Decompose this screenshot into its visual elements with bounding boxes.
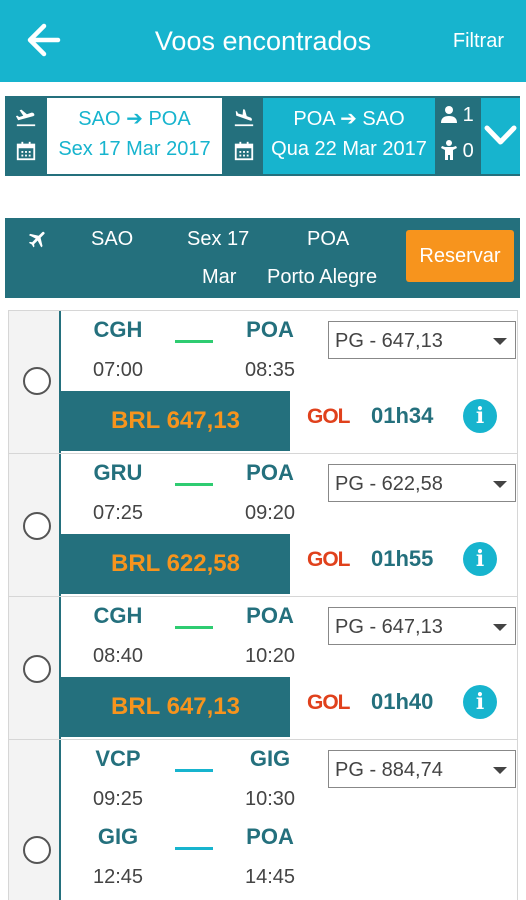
route-line [175, 483, 213, 486]
leg-day: Sex 17 [187, 228, 250, 250]
chevron-down-icon [484, 125, 517, 145]
arrival-airport: GIG [249, 746, 291, 771]
route-line [175, 769, 213, 772]
plane-icon [28, 231, 45, 248]
arrival-time: 10:20 [244, 645, 296, 667]
outbound-route: SAO ➔ POA [78, 108, 191, 130]
price: BRL 647,13 [61, 391, 290, 451]
arrival-airport: POA [246, 603, 294, 628]
flight-radio[interactable] [23, 836, 51, 864]
info-icon[interactable]: i [463, 542, 497, 576]
departure-time: 08:40 [92, 645, 144, 667]
departure-time: 09:25 [92, 788, 144, 810]
departure-airport: CGH [93, 603, 143, 628]
page-title: Voos encontrados [154, 26, 372, 56]
leg-origin: SAO [91, 228, 134, 250]
info-icon[interactable]: i [463, 399, 497, 433]
leg-month: Mar [202, 266, 237, 288]
arrow-right-icon: ➔ [340, 108, 357, 130]
airline-logo: GOL [307, 691, 350, 714]
departure-airport: GIG [97, 824, 139, 849]
calendar-icon [234, 141, 254, 161]
dropdown-caret-icon [493, 767, 507, 774]
plane-departure-icon [15, 109, 36, 127]
fare-select[interactable]: PG - 647,13 [328, 321, 516, 359]
flight-option[interactable]: CGH POA 08:40 10:20 PG - 647,13 BRL 647,… [8, 596, 518, 740]
route-line [175, 847, 213, 850]
leg-dest-city: Porto Alegre [267, 266, 378, 288]
outbound-icons [5, 96, 45, 176]
child-count: 0 [462, 140, 474, 162]
arrival-airport: POA [246, 317, 294, 342]
flight-radio[interactable] [23, 367, 51, 395]
flight-option[interactable]: CGH POA 07:00 08:35 PG - 647,13 BRL 647,… [8, 310, 518, 454]
arrival-airport: POA [246, 460, 294, 485]
departure-airport: GRU [93, 460, 143, 485]
outbound-search[interactable]: SAO ➔ POA Sex 17 Mar 2017 [47, 98, 222, 174]
calendar-icon [16, 141, 36, 161]
dropdown-caret-icon [493, 338, 507, 345]
fare-select[interactable]: PG - 647,13 [328, 607, 516, 645]
arrival-time: 09:20 [244, 502, 296, 524]
dropdown-caret-icon [493, 481, 507, 488]
outbound-date: Sex 17 Mar 2017 [58, 138, 211, 160]
return-route: POA ➔ SAO [293, 108, 405, 130]
flight-radio[interactable] [23, 512, 51, 540]
arrival-time: 08:35 [244, 359, 296, 381]
leg-header: SAO Sex 17 Mar POA Porto Alegre Reservar [5, 218, 520, 298]
flight-radio[interactable] [23, 655, 51, 683]
child-icon [441, 140, 457, 160]
info-icon[interactable]: i [463, 685, 497, 719]
arrival-time: 14:45 [244, 866, 296, 888]
price: BRL 622,58 [61, 534, 290, 594]
return-search[interactable]: POA ➔ SAO Qua 22 Mar 2017 [263, 98, 435, 174]
return-date: Qua 22 Mar 2017 [271, 138, 427, 160]
route-line [175, 626, 213, 629]
plane-arrival-icon [234, 109, 254, 127]
dropdown-caret-icon [493, 624, 507, 631]
route-line [175, 340, 213, 343]
adult-icon [441, 106, 457, 123]
duration: 01h55 [371, 546, 434, 571]
price: BRL 647,13 [61, 677, 290, 737]
airline-logo: GOL [307, 548, 350, 571]
duration: 01h34 [371, 403, 434, 428]
flight-option[interactable]: GRU POA 07:25 09:20 PG - 622,58 BRL 622,… [8, 453, 518, 597]
departure-airport: VCP [95, 746, 141, 771]
filter-button[interactable]: Filtrar [453, 30, 504, 53]
fare-select[interactable]: PG - 622,58 [328, 464, 516, 502]
search-summary: SAO ➔ POA Sex 17 Mar 2017 POA ➔ SAO Qua … [5, 96, 520, 176]
leg-dest: POA [307, 228, 350, 250]
fare-select[interactable]: PG - 884,74 [328, 750, 516, 788]
airline-logo: GOL [307, 405, 350, 428]
expand-search-button[interactable] [481, 98, 520, 174]
duration: 01h40 [371, 689, 434, 714]
departure-airport: CGH [93, 317, 143, 342]
arrow-right-icon: ➔ [126, 108, 143, 130]
app-bar: Voos encontrados Filtrar [0, 0, 526, 82]
adult-count: 1 [462, 104, 474, 126]
arrival-airport: POA [246, 824, 294, 849]
passengers[interactable]: 1 0 [437, 96, 479, 176]
departure-time: 07:00 [92, 359, 144, 381]
arrival-time: 10:30 [244, 788, 296, 810]
return-icons [223, 96, 263, 176]
departure-time: 07:25 [92, 502, 144, 524]
departure-time: 12:45 [92, 866, 144, 888]
reserve-button[interactable]: Reservar [406, 230, 514, 282]
flight-option[interactable]: VCP GIG 09:25 10:30 GIG POA 12:45 14:45 … [8, 739, 518, 900]
